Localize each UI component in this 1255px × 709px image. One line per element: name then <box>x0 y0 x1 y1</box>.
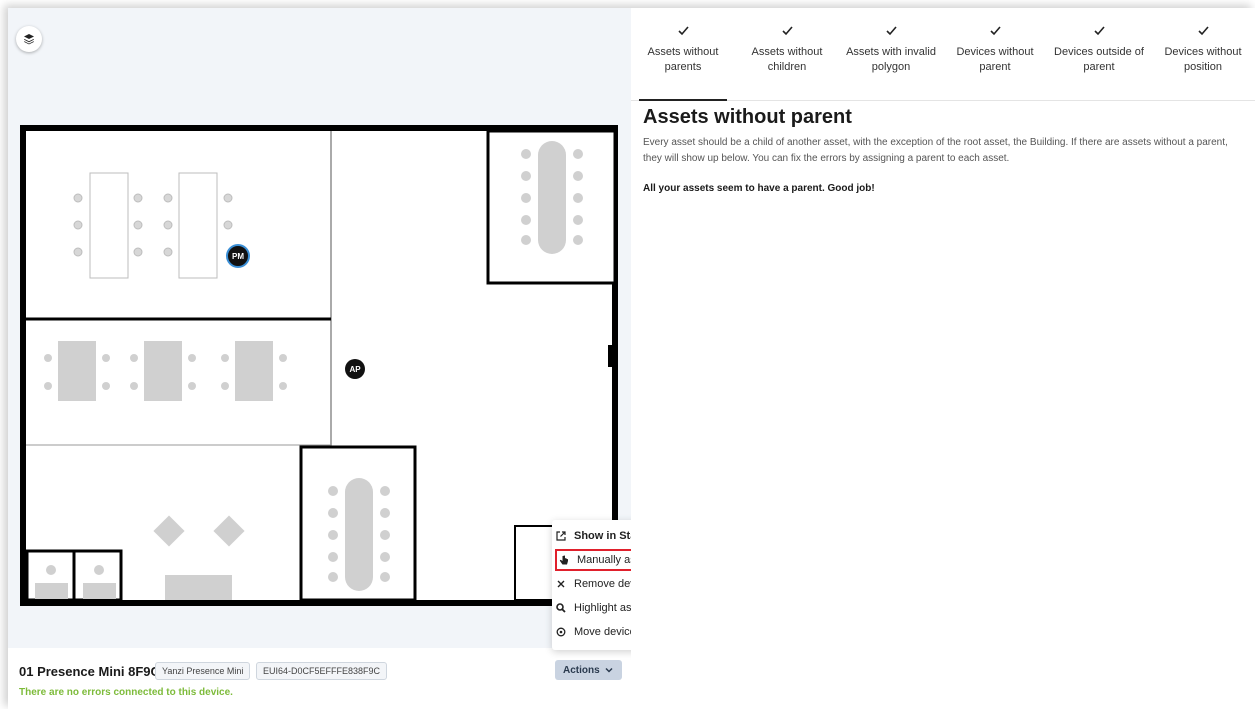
actions-label: Actions <box>563 664 600 676</box>
device-marker-pm[interactable]: PM <box>226 244 250 268</box>
tab-assets-without-children[interactable]: Assets without children <box>735 20 839 100</box>
device-info-bar: 01 Presence Mini 8F9C Yanzi Presence Min… <box>8 658 631 709</box>
device-eui-chip: EUI64-D0CF5EFFFE838F9C <box>256 662 388 680</box>
device-name: 01 Presence Mini 8F9C <box>19 664 160 679</box>
device-type-chip: Yanzi Presence Mini <box>155 662 251 680</box>
external-link-icon <box>556 531 566 541</box>
section-description: Every asset should be a child of another… <box>643 137 1228 164</box>
check-icon <box>1093 26 1105 36</box>
tab-label: Assets without children <box>751 46 823 73</box>
tab-devices-without-position[interactable]: Devices without position <box>1151 20 1255 100</box>
tab-label: Devices without position <box>1164 46 1242 73</box>
tab-devices-without-parent[interactable]: Devices without parent <box>943 20 1047 100</box>
tab-label: Assets with invalid polygon <box>846 46 936 73</box>
error-status-text: There are no errors connected to this de… <box>19 687 233 698</box>
close-icon <box>556 579 566 589</box>
target-icon <box>556 627 566 637</box>
marker-label: AP <box>349 364 361 374</box>
device-marker-ap[interactable]: AP <box>345 359 365 379</box>
check-icon <box>677 26 689 36</box>
tab-label: Devices outside of parent <box>1054 46 1144 73</box>
section-status: All your assets seem to have a parent. G… <box>643 183 875 194</box>
hand-pointer-icon <box>559 554 569 565</box>
check-icon <box>989 26 1001 36</box>
tab-label: Devices without parent <box>956 46 1034 73</box>
tab-assets-without-parents[interactable]: Assets without parents <box>631 20 735 101</box>
chevron-down-icon <box>605 667 613 673</box>
app-window: PM AP 01 Presence Mini 8F9C Yanzi Presen… <box>8 8 1255 709</box>
floor-plan <box>20 125 618 606</box>
tab-devices-outside-parent[interactable]: Devices outside of parent <box>1047 20 1151 100</box>
tab-label: Assets without parents <box>647 46 719 73</box>
marker-label: PM <box>232 251 244 261</box>
validation-tabs: Assets without parents Assets without ch… <box>631 20 1255 101</box>
check-icon <box>885 26 897 36</box>
tab-assets-invalid-polygon[interactable]: Assets with invalid polygon <box>839 20 943 100</box>
check-icon <box>1197 26 1209 36</box>
section-title: Assets without parent <box>643 106 852 128</box>
actions-button[interactable]: Actions <box>555 660 622 680</box>
floor-plan-map[interactable]: PM AP <box>8 8 631 648</box>
validation-panel: Assets without parents Assets without ch… <box>631 8 1255 709</box>
check-icon <box>781 26 793 36</box>
search-icon <box>556 603 566 613</box>
